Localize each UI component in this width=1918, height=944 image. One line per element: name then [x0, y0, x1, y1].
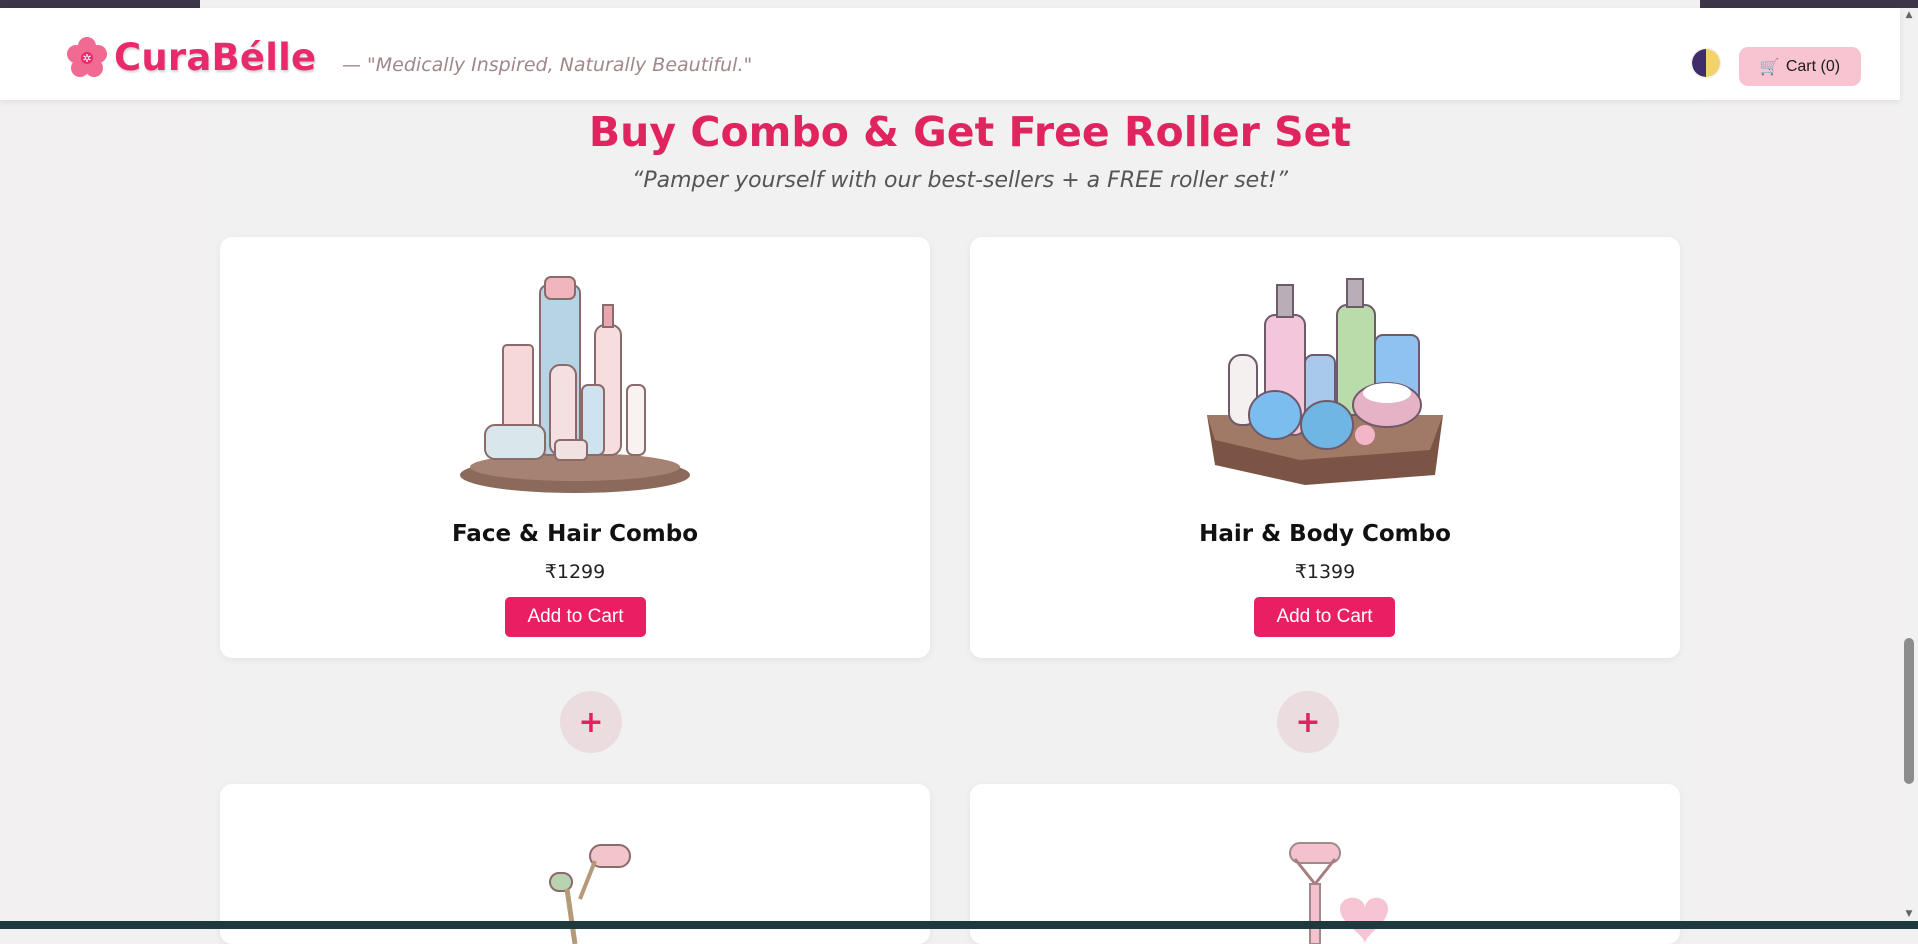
brand-name: CuraBélle [114, 36, 317, 79]
taskbar-strip [0, 921, 1918, 929]
brand-logo[interactable]: ✲ CuraBélle [66, 36, 316, 79]
section-title-text: Buy Combo & Get Free Roller Set [588, 108, 1352, 156]
product-price: ₹1399 [1294, 561, 1356, 583]
product-card [220, 784, 930, 944]
section-subtitle: “Pamper yourself with our best-sellers +… [631, 168, 1289, 193]
cart-button[interactable]: 🛒 Cart (0) [1739, 47, 1861, 86]
scroll-down-icon[interactable]: ▼ [1903, 909, 1915, 919]
cart-label: Cart (0) [1785, 57, 1841, 75]
svg-text:✲: ✲ [82, 52, 91, 65]
scrollbar-thumb[interactable] [1904, 638, 1914, 784]
product-price: ₹1299 [544, 561, 606, 583]
add-to-cart-button[interactable]: Add to Cart [505, 597, 646, 637]
product-name: Face & Hair Combo [451, 521, 699, 547]
product-card: Hair & Body Combo ₹1399 Add to Cart [970, 237, 1680, 658]
scrollbar[interactable] [1900, 8, 1918, 921]
bodycare-jars-tray-image [1207, 278, 1443, 485]
cherry-blossom-icon: ✲ [67, 36, 107, 77]
product-card: Face & Hair Combo ₹1299 Add to Cart [220, 237, 930, 658]
theme-toggle-button[interactable] [1692, 49, 1720, 77]
plus-button[interactable]: + [1277, 691, 1339, 753]
section-title: Buy Combo & Get Free Roller Set [589, 108, 1351, 156]
skincare-bottles-tray-image [460, 276, 690, 493]
tagline: — "Medically Inspired, Naturally Beautif… [342, 54, 753, 76]
site-header: ✲ CuraBélle — "Medically Inspired, Natur… [0, 8, 1900, 100]
product-name: Hair & Body Combo [1199, 521, 1451, 547]
add-to-cart-button[interactable]: Add to Cart [1254, 597, 1395, 637]
scroll-up-icon[interactable]: ▲ [1903, 10, 1915, 20]
product-card [970, 784, 1680, 944]
half-moon-icon [1692, 49, 1720, 77]
cart-icon: 🛒 [1759, 58, 1780, 76]
plus-button[interactable]: + [560, 691, 622, 753]
